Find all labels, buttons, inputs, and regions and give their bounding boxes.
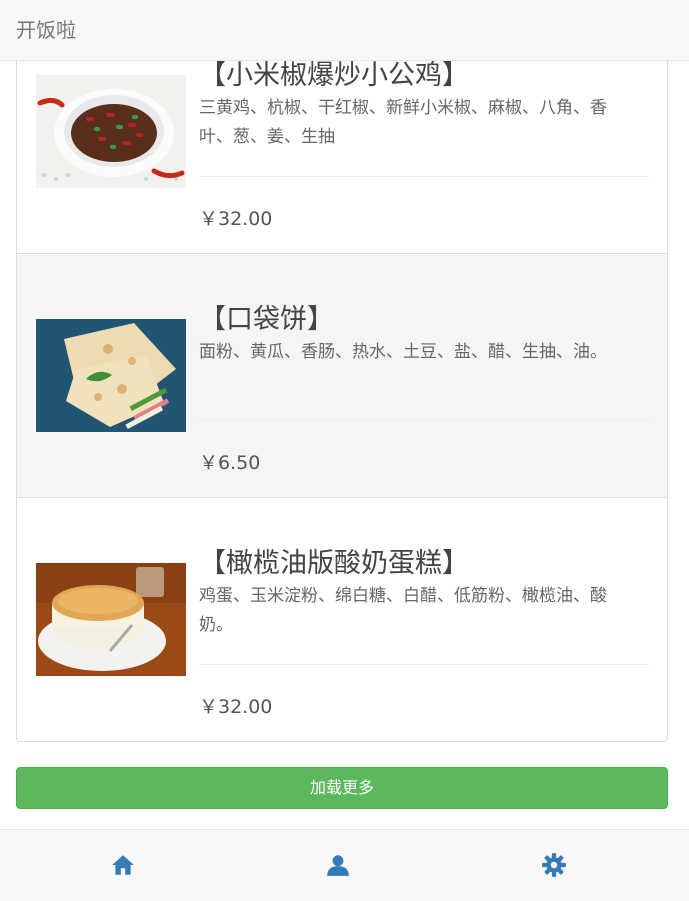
dish-price: ￥32.00 <box>199 208 273 230</box>
dish-list[interactable]: 【小米椒爆炒小公鸡】 三黄鸡、杭椒、干红椒、新鲜小米椒、麻椒、八角、香叶、葱、姜… <box>16 10 668 742</box>
app-title[interactable]: 开饭啦 <box>16 14 76 43</box>
dish-title: 【口袋饼】 <box>199 304 334 335</box>
top-navbar: 开饭啦 <box>0 0 689 61</box>
divider <box>199 664 649 665</box>
dish-item[interactable]: 【口袋饼】 面粉、黄瓜、香肠、热水、土豆、盐、醋、生抽、油。 ￥6.50 <box>17 255 667 498</box>
home-icon[interactable] <box>110 852 136 878</box>
dish-price: ￥32.00 <box>199 696 273 718</box>
dish-item[interactable]: 【橄榄油版酸奶蛋糕】 鸡蛋、玉米淀粉、绵白糖、白醋、低筋粉、橄榄油、酸奶。 ￥3… <box>17 499 667 741</box>
dish-image-pocket-bread <box>36 319 186 432</box>
dish-ingredients: 三黄鸡、杭椒、干红椒、新鲜小米椒、麻椒、八角、香叶、葱、姜、生抽 <box>199 98 607 147</box>
dish-ingredients: 面粉、黄瓜、香肠、热水、土豆、盐、醋、生抽、油。 <box>199 342 607 362</box>
divider <box>199 176 649 177</box>
gear-icon[interactable] <box>541 852 567 878</box>
user-icon[interactable] <box>325 852 351 878</box>
dish-image-yogurt-cake <box>36 563 186 676</box>
dish-image-spicy-chicken <box>36 75 186 188</box>
dish-title: 【橄榄油版酸奶蛋糕】 <box>199 548 469 579</box>
bottom-tabbar <box>0 829 689 901</box>
load-more-button[interactable]: 加载更多 <box>16 767 668 809</box>
dish-ingredients: 鸡蛋、玉米淀粉、绵白糖、白醋、低筋粉、橄榄油、酸奶。 <box>199 586 607 635</box>
divider <box>199 420 649 421</box>
dish-price: ￥6.50 <box>199 452 261 474</box>
